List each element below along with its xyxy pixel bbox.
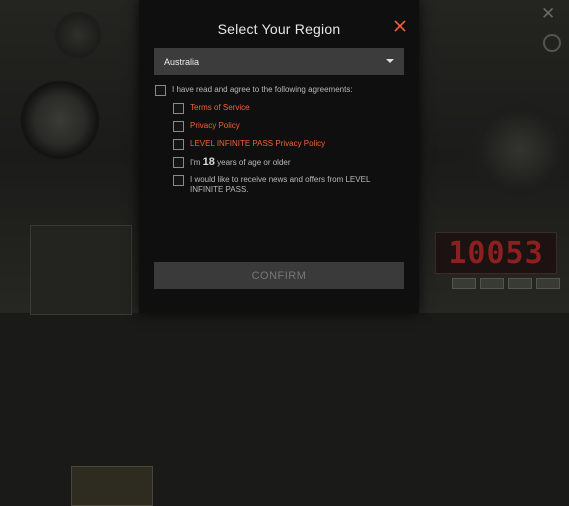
pass-privacy-checkbox[interactable] — [173, 139, 184, 150]
newsletter-row: I would like to receive news and offers … — [173, 175, 373, 195]
region-select-value: Australia — [164, 56, 200, 67]
pass-privacy-link[interactable]: LEVEL INFINITE PASS Privacy Policy — [190, 139, 325, 149]
chevron-down-icon — [386, 59, 394, 63]
region-dialog: Select Your Region Australia I have read… — [139, 0, 419, 313]
age-label: I'm 18 years of age or older — [190, 157, 291, 168]
terms-row: Terms of Service — [173, 103, 250, 114]
privacy-link[interactable]: Privacy Policy — [190, 121, 240, 131]
background-panel — [30, 225, 153, 506]
background-buttons — [452, 278, 560, 289]
agree-all-checkbox[interactable] — [155, 85, 166, 96]
background-knob — [543, 34, 561, 52]
close-icon[interactable] — [392, 18, 408, 34]
newsletter-checkbox[interactable] — [173, 175, 184, 186]
background-meter — [71, 466, 153, 506]
age-value: 18 — [202, 156, 215, 168]
region-select[interactable]: Australia — [154, 48, 404, 75]
background-close-icon: ✕ — [541, 4, 556, 23]
agree-all-label: I have read and agree to the following a… — [172, 85, 353, 94]
background-timer-display: 10053 — [435, 232, 557, 274]
age-row: I'm 18 years of age or older — [173, 157, 291, 168]
agree-all-row: I have read and agree to the following a… — [155, 85, 353, 96]
terms-link[interactable]: Terms of Service — [190, 103, 250, 113]
confirm-button[interactable]: CONFIRM — [154, 262, 404, 289]
newsletter-label: I would like to receive news and offers … — [190, 175, 371, 194]
pass-privacy-row: LEVEL INFINITE PASS Privacy Policy — [173, 139, 325, 150]
privacy-checkbox[interactable] — [173, 121, 184, 132]
age-suffix: years of age or older — [217, 158, 291, 167]
privacy-row: Privacy Policy — [173, 121, 240, 132]
age-prefix: I'm — [190, 158, 201, 167]
dialog-title: Select Your Region — [217, 21, 341, 37]
age-checkbox[interactable] — [173, 157, 184, 168]
terms-checkbox[interactable] — [173, 103, 184, 114]
